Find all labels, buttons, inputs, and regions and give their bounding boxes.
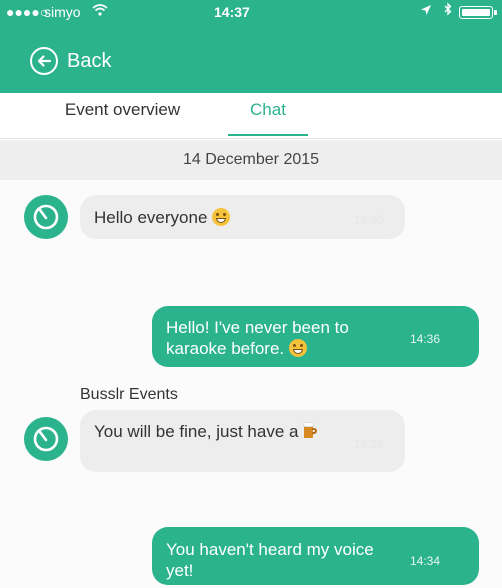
message-text: Hello! I've never been to karaoke before… xyxy=(166,318,349,358)
message-time: 14:36 xyxy=(354,437,385,451)
wifi-icon xyxy=(92,0,108,24)
message-sender: Busslr Events xyxy=(80,386,178,403)
message-text: Hello everyone xyxy=(94,207,231,228)
active-tab-indicator xyxy=(228,134,308,136)
status-bar: ●●●●○ simyo 14:37 xyxy=(0,0,502,24)
back-label: Back xyxy=(67,49,112,72)
tab-chat-label: Chat xyxy=(250,100,286,119)
location-arrow-icon xyxy=(420,0,432,24)
tab-chat[interactable]: Chat xyxy=(206,93,330,139)
avatar[interactable] xyxy=(24,195,68,239)
status-time: 14:37 xyxy=(214,4,250,20)
message-time: 14:05 xyxy=(354,213,385,227)
message-bubble-outgoing[interactable]: Hello! I've never been to karaoke before… xyxy=(152,306,479,367)
avatar[interactable] xyxy=(24,417,68,461)
signal-strength: ●●●●○ xyxy=(6,4,49,20)
date-separator: 14 December 2015 xyxy=(0,140,502,180)
tab-event-overview[interactable]: Event overview xyxy=(40,93,205,139)
chat-thread[interactable]: 14 December 2015 Hello everyone 14:05 He… xyxy=(0,140,502,588)
tab-bar: Event overview Chat xyxy=(0,93,502,139)
message-time: 14:34 xyxy=(410,554,441,568)
grinning-face-emoji-icon xyxy=(212,208,231,226)
battery-icon xyxy=(459,6,497,19)
message-bubble-incoming[interactable]: Hello everyone 14:05 xyxy=(80,195,405,239)
back-arrow-icon xyxy=(30,47,58,75)
bluetooth-icon xyxy=(444,0,452,24)
grinning-face-emoji-icon xyxy=(288,339,307,357)
carrier-name: simyo xyxy=(44,4,81,20)
message-bubble-incoming[interactable]: You will be fine, just have a 14:36 xyxy=(80,410,405,472)
back-button[interactable]: Back xyxy=(30,47,111,75)
message-text: You will be fine, just have a xyxy=(94,421,334,442)
message-time: 14:36 xyxy=(410,332,441,346)
beer-mug-emoji-icon xyxy=(303,422,318,439)
app-header: ●●●●○ simyo 14:37 Back xyxy=(0,0,502,93)
message-text: You haven't heard my voice yet! xyxy=(166,540,374,580)
message-bubble-outgoing[interactable]: You haven't heard my voice yet! 14:34 xyxy=(152,527,479,585)
